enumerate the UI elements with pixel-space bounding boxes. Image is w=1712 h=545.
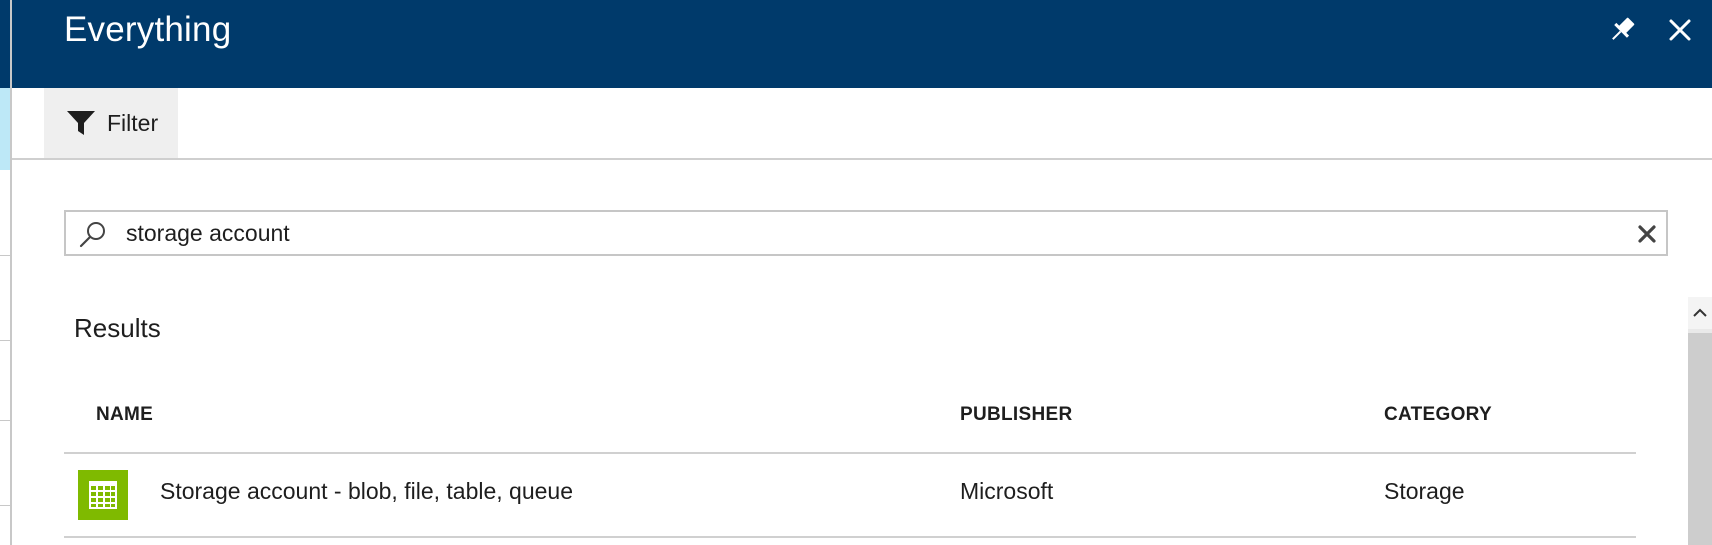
storage-table-icon [78, 470, 128, 520]
previous-blade-divider [0, 420, 10, 421]
scroll-up-button[interactable] [1688, 297, 1712, 329]
results-table: NAME PUBLISHER CATEGORY Storage account … [64, 392, 1636, 538]
previous-blade-selected-row[interactable] [0, 88, 10, 170]
row-publisher: Microsoft [960, 478, 1054, 504]
command-bar: Filter [12, 88, 1712, 160]
previous-blade-divider [0, 255, 10, 256]
pin-icon [1612, 17, 1635, 40]
table-row[interactable]: Storage account - blob, file, table, que… [64, 454, 1636, 538]
blade-title: Everything [64, 10, 232, 49]
everything-blade: Everything Filter storage account Result… [12, 0, 1712, 545]
filter-button[interactable]: Filter [44, 88, 178, 158]
blade-header: Everything [12, 0, 1712, 88]
column-header-publisher[interactable]: PUBLISHER [960, 404, 1073, 426]
scroll-thumb[interactable] [1688, 333, 1712, 545]
search-input[interactable] [126, 216, 1586, 250]
previous-blade-divider [0, 340, 10, 341]
close-icon [1669, 19, 1691, 41]
search-icon [79, 222, 105, 248]
close-button[interactable] [1662, 12, 1698, 48]
search-box[interactable] [64, 210, 1668, 256]
previous-blade-divider [0, 505, 10, 506]
clear-icon[interactable] [1636, 223, 1658, 245]
pin-button[interactable] [1604, 12, 1640, 48]
previous-blade-header [0, 0, 10, 88]
funnel-icon [67, 111, 95, 135]
column-header-name[interactable]: NAME [96, 404, 153, 426]
previous-blade-edge [0, 0, 12, 545]
column-header-category[interactable]: CATEGORY [1384, 404, 1492, 426]
chevron-up-icon [1693, 308, 1707, 317]
filter-label: Filter [107, 110, 159, 136]
vertical-scrollbar[interactable] [1688, 297, 1712, 545]
row-category: Storage [1384, 478, 1465, 504]
table-header: NAME PUBLISHER CATEGORY [64, 392, 1636, 454]
row-name: Storage account - blob, file, table, que… [160, 478, 574, 504]
results-heading: Results [74, 313, 161, 343]
